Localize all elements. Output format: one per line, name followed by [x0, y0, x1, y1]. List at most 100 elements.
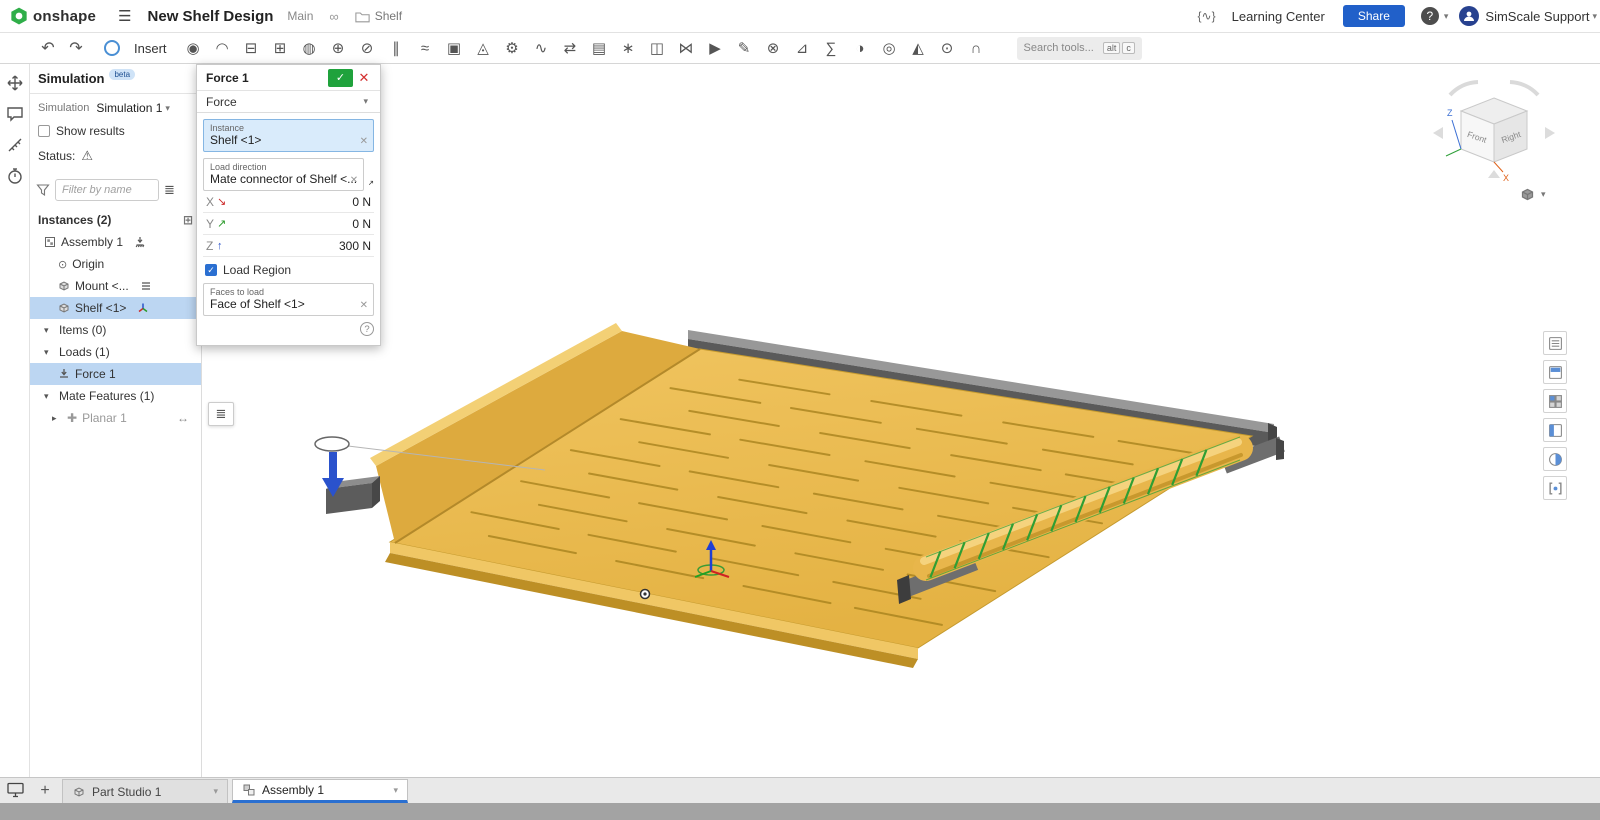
main-menu-icon[interactable]: ☰: [118, 7, 131, 25]
pan-down-arrow-icon[interactable]: [1488, 170, 1500, 178]
hole-icon[interactable]: ◎: [875, 35, 904, 61]
rotate-left-arrow-icon[interactable]: [1448, 80, 1479, 97]
show-results-checkbox[interactable]: [38, 125, 50, 137]
comments-icon[interactable]: [6, 105, 24, 123]
tree-item-force-1[interactable]: Force 1: [30, 363, 201, 385]
hidden-instances-button[interactable]: ≣: [208, 402, 234, 426]
load-direction-field[interactable]: Load direction Mate connector of Shelf <…: [203, 158, 365, 191]
load-type-select[interactable]: Force ▾: [197, 91, 380, 113]
appearance-icon[interactable]: ◑: [846, 35, 875, 61]
workspace-name[interactable]: Main: [287, 9, 313, 23]
force-x-row[interactable]: X ↘ 0 N: [203, 191, 374, 213]
update-icon[interactable]: [104, 40, 120, 56]
insert-instance-icon[interactable]: ⊞: [183, 213, 193, 227]
onshape-logo-text[interactable]: onshape: [33, 8, 96, 25]
onshape-logo-icon[interactable]: [10, 7, 28, 25]
rotate-right-arrow-icon[interactable]: [1509, 80, 1540, 97]
fasten-mate-icon[interactable]: ◉: [179, 35, 208, 61]
section-view-icon[interactable]: ◭: [904, 35, 933, 61]
expand-caret-icon[interactable]: ▸: [52, 413, 62, 424]
slider-mate-icon[interactable]: ⊟: [237, 35, 266, 61]
link-icon[interactable]: ∞: [329, 9, 338, 24]
pin-slot-mate-icon[interactable]: ⊘: [353, 35, 382, 61]
linear-relation-icon[interactable]: ⇄: [556, 35, 585, 61]
clear-faces-icon[interactable]: ✕: [360, 300, 368, 311]
interference-icon[interactable]: ⊗: [759, 35, 788, 61]
instance-field[interactable]: Instance Shelf <1> ✕: [203, 119, 374, 152]
dialog-help-icon[interactable]: ?: [360, 322, 374, 336]
collapse-caret-icon[interactable]: ▾: [44, 325, 54, 336]
planar-mate-icon[interactable]: ⊞: [266, 35, 295, 61]
faces-to-load-field[interactable]: Faces to load Face of Shelf <1> ✕: [203, 283, 374, 316]
vr-view-icon[interactable]: ∩: [962, 35, 991, 61]
add-tab-button[interactable]: +: [32, 779, 58, 803]
measure-tool-icon[interactable]: ⊿: [788, 35, 817, 61]
tab-part-studio-1[interactable]: Part Studio 1 ▾: [62, 779, 228, 803]
tree-item-assembly-1[interactable]: Assembly 1: [30, 231, 201, 253]
filter-input[interactable]: [55, 179, 159, 201]
tab-menu-caret-icon[interactable]: ▾: [213, 786, 218, 797]
drawing-icon[interactable]: ✎: [730, 35, 759, 61]
flip-direction-icon[interactable]: [368, 175, 374, 191]
account-menu[interactable]: SimScale Support: [1485, 9, 1589, 24]
help-caret-icon[interactable]: ▾: [1444, 11, 1449, 22]
view-cube[interactable]: Front Right Z X: [1420, 64, 1580, 194]
pan-right-arrow-icon[interactable]: [1545, 127, 1555, 139]
clear-direction-icon[interactable]: ✕: [350, 175, 358, 186]
snapshot-icon[interactable]: ◫: [643, 35, 672, 61]
display-states-panel-icon[interactable]: [1543, 389, 1567, 413]
tree-item-planar-1[interactable]: ▸ ✚ Planar 1 ↔: [30, 407, 201, 429]
pan-left-arrow-icon[interactable]: [1433, 127, 1443, 139]
learning-center-link[interactable]: Learning Center: [1232, 9, 1325, 24]
tab-assembly-1[interactable]: Assembly 1 ▾: [232, 779, 408, 803]
animate-mate-icon[interactable]: ↔: [177, 411, 189, 425]
appearance-panel-icon[interactable]: [1543, 447, 1567, 471]
transform-icon[interactable]: [6, 74, 24, 92]
collapse-caret-icon[interactable]: ▾: [44, 347, 54, 358]
avatar[interactable]: [1459, 6, 1480, 26]
parallel-mate-icon[interactable]: ∥: [382, 35, 411, 61]
lens-icon[interactable]: ⊙: [933, 35, 962, 61]
tree-section-mate-features[interactable]: ▾ Mate Features (1): [30, 385, 201, 407]
feature-list-panel-icon[interactable]: [1543, 331, 1567, 355]
confirm-button[interactable]: ✓: [328, 68, 353, 87]
clear-instance-icon[interactable]: ✕: [360, 136, 368, 147]
tree-item-origin[interactable]: ⊙ Origin: [30, 253, 201, 275]
tab-menu-caret-icon[interactable]: ▾: [393, 785, 398, 796]
force-y-row[interactable]: Y ↗ 0 N: [203, 213, 374, 235]
measure-panel-icon[interactable]: [1543, 476, 1567, 500]
list-view-icon[interactable]: ≣: [164, 182, 175, 198]
featurescript-icon[interactable]: {∿}: [1198, 9, 1216, 23]
named-positions-icon[interactable]: ⋈: [672, 35, 701, 61]
exploded-view-icon[interactable]: ∗: [614, 35, 643, 61]
display-icon[interactable]: [0, 777, 32, 803]
search-tools-button[interactable]: Search tools... alt c: [1016, 36, 1142, 60]
custom-tables-panel-icon[interactable]: [1543, 418, 1567, 442]
mate-connector-icon[interactable]: ◬: [469, 35, 498, 61]
animate-icon[interactable]: ▶: [701, 35, 730, 61]
tree-item-shelf[interactable]: Shelf <1>: [30, 297, 201, 319]
tree-section-loads[interactable]: ▾ Loads (1): [30, 341, 201, 363]
tree-section-items[interactable]: ▾ Items (0): [30, 319, 201, 341]
force-z-row[interactable]: Z ↑ 300 N: [203, 235, 374, 257]
configurations-panel-icon[interactable]: [1543, 360, 1567, 384]
group-icon[interactable]: ▣: [440, 35, 469, 61]
insert-button[interactable]: Insert: [134, 41, 167, 56]
cylindrical-mate-icon[interactable]: ⊕: [324, 35, 353, 61]
screw-relation-icon[interactable]: ∿: [527, 35, 556, 61]
bom-table-icon[interactable]: ▤: [585, 35, 614, 61]
revolute-mate-icon[interactable]: ◠: [208, 35, 237, 61]
ball-mate-icon[interactable]: ◍: [295, 35, 324, 61]
load-region-checkbox[interactable]: ✓: [205, 264, 217, 276]
measure-icon[interactable]: [6, 136, 24, 154]
tangent-mate-icon[interactable]: ≈: [411, 35, 440, 61]
cancel-button[interactable]: ✕: [353, 70, 375, 86]
tree-item-mount[interactable]: Mount <...: [30, 275, 201, 297]
share-button[interactable]: Share: [1342, 5, 1405, 27]
mass-properties-icon[interactable]: ∑: [817, 35, 846, 61]
redo-icon[interactable]: ↷: [62, 38, 90, 58]
account-caret-icon[interactable]: ▾: [1592, 11, 1597, 22]
simulation-select[interactable]: Simulation 1 ▾: [96, 101, 173, 115]
help-icon[interactable]: ?: [1420, 7, 1439, 25]
parent-folder-name[interactable]: Shelf: [375, 9, 402, 23]
